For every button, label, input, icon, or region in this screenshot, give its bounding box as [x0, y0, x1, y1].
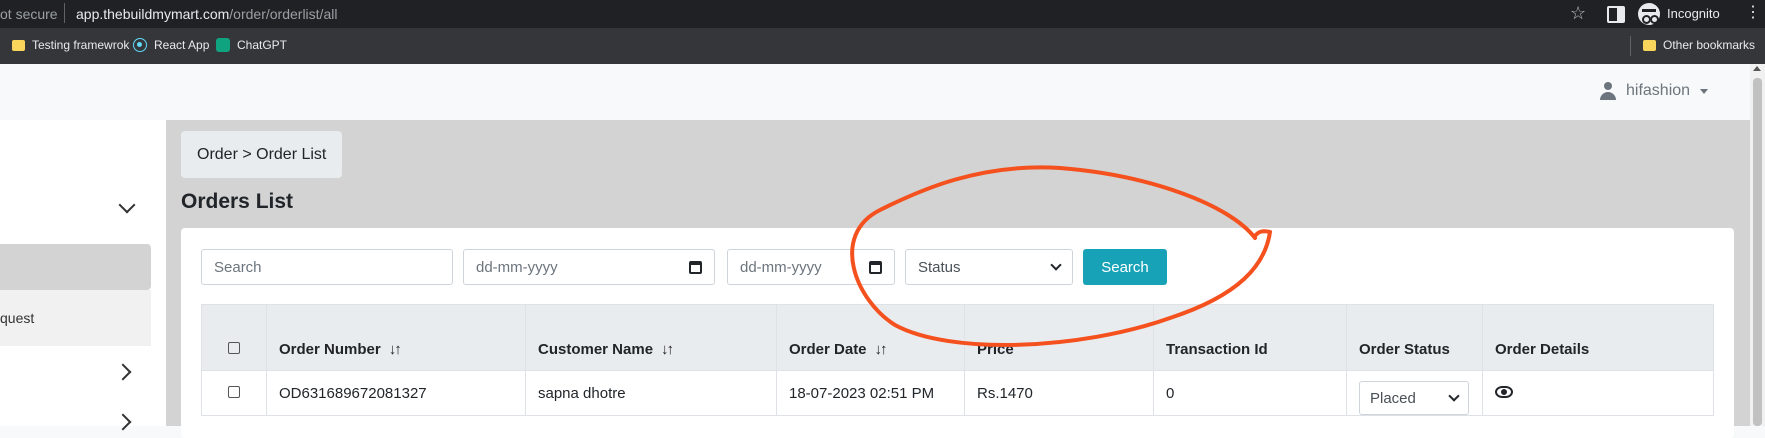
cell-order-status: Placed	[1346, 370, 1483, 416]
main-content: Order > Order List Orders List Search dd…	[166, 120, 1750, 438]
incognito-label[interactable]: Incognito	[1667, 6, 1720, 21]
col-order-details: Order Details	[1482, 304, 1714, 371]
other-bookmarks-label: Other bookmarks	[1663, 38, 1756, 52]
col-label: Transaction Id	[1166, 341, 1268, 358]
bookmarks-bar: Testing framewrok React App ChatGPT Othe…	[0, 28, 1765, 64]
bookmark-testing-framework[interactable]: Testing framewrok	[12, 38, 129, 52]
bookmark-label: Testing framewrok	[32, 38, 130, 52]
page-title: Orders List	[181, 190, 294, 213]
cell-order-date: 18-07-2023 02:51 PM	[776, 370, 965, 416]
bookmark-label: ChatGPT	[237, 38, 288, 52]
order-status-select[interactable]: Placed	[1359, 381, 1469, 415]
from-date-input[interactable]: dd-mm-yyyy	[463, 249, 715, 285]
sort-icon[interactable]: ↓↑	[389, 341, 402, 358]
url-path: /order/orderlist/all	[229, 6, 338, 22]
eye-icon[interactable]	[1495, 385, 1513, 398]
status-selected: Status	[918, 258, 961, 276]
col-label: Order Date	[789, 341, 867, 358]
bookmark-chatgpt[interactable]: ChatGPT	[216, 38, 287, 52]
folder-icon	[12, 39, 25, 51]
col-customer-name[interactable]: Customer Name ↓↑	[525, 304, 777, 371]
react-icon	[133, 38, 147, 52]
caret-down-icon	[1700, 88, 1709, 94]
scroll-thumb[interactable]	[1753, 78, 1762, 426]
search-placeholder: Search	[214, 258, 262, 276]
user-menu[interactable]: hifashion	[1600, 82, 1709, 100]
col-label: Order Status	[1359, 341, 1450, 358]
sidebar: quest	[0, 120, 166, 431]
sidebar-item-request[interactable]: quest	[0, 290, 151, 346]
sidebar-item-active[interactable]	[0, 244, 151, 290]
col-order-number[interactable]: Order Number ↓↑	[266, 304, 526, 371]
username: hifashion	[1626, 82, 1691, 99]
chevron-down-icon	[1448, 390, 1460, 402]
side-panel-icon[interactable]	[1607, 6, 1625, 23]
search-input[interactable]: Search	[201, 249, 453, 285]
sort-icon[interactable]: ↓↑	[661, 341, 674, 358]
select-all-checkbox[interactable]	[228, 342, 240, 354]
bookmark-label: React App	[154, 38, 210, 52]
cell-customer-name: sapna dhotre	[525, 370, 777, 416]
col-label: Customer Name	[538, 341, 654, 358]
col-label: Order Details	[1495, 341, 1590, 358]
chevron-down-icon[interactable]	[118, 196, 136, 214]
other-bookmarks[interactable]: Other bookmarks	[1643, 38, 1755, 52]
orders-card: Search dd-mm-yyyy dd-mm-yyyy Status Sear…	[181, 228, 1734, 438]
col-transaction-id: Transaction Id	[1153, 304, 1347, 371]
cell-order-number: OD631689672081327	[266, 370, 526, 416]
chevron-down-icon	[1050, 259, 1062, 271]
app-topbar: hifashion	[0, 64, 1750, 120]
sort-icon[interactable]: ↓↑	[875, 341, 888, 358]
chevron-right-icon[interactable]	[114, 413, 132, 431]
folder-icon	[1643, 39, 1656, 51]
from-date-placeholder: dd-mm-yyyy	[476, 258, 558, 276]
cell-transaction-id: 0	[1153, 370, 1347, 416]
calendar-icon[interactable]	[689, 260, 702, 274]
to-date-input[interactable]: dd-mm-yyyy	[727, 249, 895, 285]
status-select[interactable]: Status	[905, 249, 1073, 285]
select-all-header	[201, 304, 267, 371]
table-header-row: Order Number ↓↑ Customer Name ↓↑ Order Dat…	[201, 304, 1714, 371]
browser-address-bar: ot secure app.thebuildmymart.com/order/o…	[0, 0, 1765, 28]
col-label: Order Number	[279, 341, 381, 358]
bookmark-star-icon[interactable]: ☆	[1570, 4, 1588, 22]
user-icon	[1600, 82, 1616, 100]
chevron-right-icon[interactable]	[114, 363, 132, 381]
address-divider	[64, 3, 65, 23]
sidebar-item-label: quest	[0, 310, 35, 326]
row-checkbox[interactable]	[228, 385, 240, 398]
search-button[interactable]: Search	[1083, 249, 1167, 285]
browser-menu-icon[interactable]: ⋮	[1745, 5, 1761, 21]
to-date-placeholder: dd-mm-yyyy	[740, 258, 822, 276]
orders-table: Order Number ↓↑ Customer Name ↓↑ Order Dat…	[201, 304, 1714, 416]
scroll-up-icon[interactable]	[1753, 66, 1761, 71]
row-select-cell	[201, 370, 267, 416]
bookmarks-divider	[1630, 36, 1631, 56]
incognito-icon[interactable]	[1638, 3, 1660, 25]
col-price: Price	[964, 304, 1154, 371]
cell-order-details	[1482, 370, 1714, 416]
breadcrumb[interactable]: Order > Order List	[181, 131, 343, 178]
security-indicator[interactable]: ot secure	[0, 6, 58, 22]
url-field[interactable]: app.thebuildmymart.com/order/orderlist/a…	[76, 6, 337, 22]
calendar-icon[interactable]	[869, 260, 882, 274]
cell-price: Rs.1470	[964, 370, 1154, 416]
page-scrollbar[interactable]	[1750, 64, 1765, 426]
bookmark-react-app[interactable]: React App	[133, 38, 209, 52]
chatgpt-icon	[216, 38, 230, 52]
col-order-date[interactable]: Order Date ↓↑	[776, 304, 965, 371]
col-order-status: Order Status	[1346, 304, 1483, 371]
url-domain: app.thebuildmymart.com	[76, 6, 230, 22]
order-status-value: Placed	[1370, 389, 1416, 407]
table-row: OD631689672081327 sapna dhotre 18-07-202…	[201, 370, 1714, 416]
col-label: Price	[977, 341, 1014, 358]
